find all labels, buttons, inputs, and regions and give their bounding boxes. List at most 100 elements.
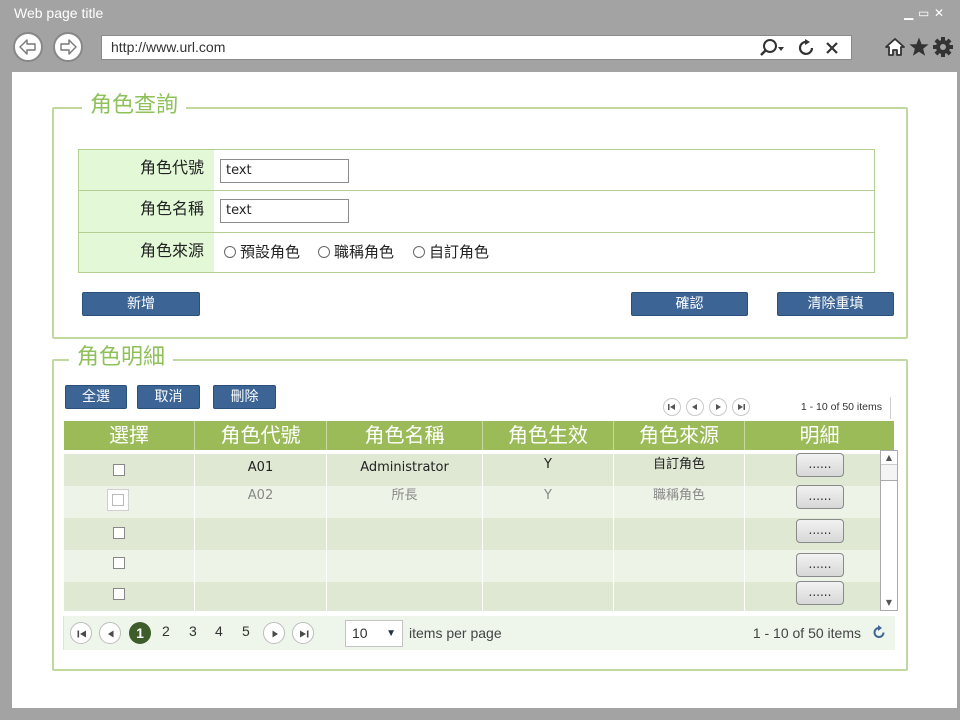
- detail-button[interactable]: ......: [796, 553, 844, 577]
- scroll-up-icon[interactable]: ▲: [881, 451, 897, 465]
- forward-button[interactable]: [53, 32, 83, 62]
- back-button[interactable]: [13, 32, 43, 62]
- close-icon[interactable]: ✕: [934, 6, 944, 20]
- role-query-legend: 角色查詢: [82, 93, 187, 119]
- select-all-button[interactable]: 全選: [65, 385, 127, 409]
- select-cell: [64, 454, 195, 486]
- page-size-select[interactable]: 10 ▼: [345, 620, 403, 647]
- radio-circle: [224, 246, 236, 258]
- cancel-selection-button[interactable]: 取消: [137, 385, 200, 409]
- add-button[interactable]: 新增: [82, 292, 200, 316]
- grid-header: 選擇 角色代號 角色名稱 角色生效 角色來源 明細: [64, 421, 894, 450]
- role-name-input[interactable]: text: [220, 199, 349, 223]
- refresh-icon[interactable]: [797, 38, 817, 58]
- role-active-cell: [483, 582, 614, 611]
- page-viewport: 角色查詢 角色代號 text 角色名稱 text 角色來源 預設角色 職稱角色 …: [12, 72, 957, 708]
- detail-button[interactable]: ......: [796, 581, 844, 605]
- prev-page-button[interactable]: [686, 398, 704, 416]
- role-source-cell: [614, 582, 745, 611]
- page-size-value: 10: [352, 625, 368, 641]
- page-1-button[interactable]: 1: [129, 622, 151, 644]
- window-title: Web page title: [14, 5, 104, 21]
- col-select-header[interactable]: 選擇: [64, 421, 195, 450]
- role-name-cell: Administrator: [327, 454, 483, 486]
- prev-page-button[interactable]: [99, 622, 121, 644]
- search-icon[interactable]: [759, 38, 785, 58]
- dropdown-caret-icon: ▼: [386, 628, 396, 639]
- col-name-header[interactable]: 角色名稱: [327, 421, 483, 450]
- last-page-button[interactable]: [732, 398, 750, 416]
- gear-icon[interactable]: [932, 36, 954, 58]
- delete-button[interactable]: 刪除: [213, 385, 276, 409]
- next-page-icon: [716, 404, 721, 410]
- pager-info: 1 - 10 of 50 items: [752, 625, 861, 641]
- star-icon[interactable]: [908, 36, 930, 58]
- prev-page-icon: [692, 404, 697, 410]
- radio-circle: [413, 246, 425, 258]
- form-row-role-name: 角色名稱 text: [79, 191, 874, 233]
- grid-vertical-scrollbar[interactable]: ▲ ▼: [880, 450, 898, 611]
- first-page-button[interactable]: [70, 622, 92, 644]
- bottom-pager: 1 2 3 4 5 10 ▼ items per page 1 - 10 of …: [63, 616, 895, 650]
- first-page-button[interactable]: [663, 398, 681, 416]
- address-bar[interactable]: http://www.url.com: [101, 35, 852, 60]
- role-active-cell: Y: [483, 454, 614, 486]
- role-active-cell: [483, 518, 614, 550]
- role-source-cell: [614, 518, 745, 550]
- page-3-button[interactable]: 3: [189, 623, 197, 639]
- role-code-cell: A02: [195, 486, 327, 518]
- scroll-down-icon[interactable]: ▼: [881, 596, 897, 610]
- radio-title-role[interactable]: 職稱角色: [318, 241, 394, 262]
- detail-button[interactable]: ......: [796, 485, 844, 509]
- radio-circle: [318, 246, 330, 258]
- col-code-header[interactable]: 角色代號: [195, 421, 327, 450]
- row-checkbox[interactable]: [113, 527, 125, 539]
- role-source-cell: 職稱角色: [614, 486, 745, 518]
- last-page-icon: [738, 404, 745, 410]
- page-2-button[interactable]: 2: [162, 623, 170, 639]
- role-code-label: 角色代號: [79, 150, 214, 190]
- detail-button[interactable]: ......: [796, 453, 844, 477]
- minimize-icon[interactable]: ▁: [904, 6, 913, 20]
- top-pager-info: 1 - 10 of 50 items: [800, 401, 882, 413]
- browser-window: Web page title ▁ ▭ ✕ http://www.url.com: [0, 0, 960, 720]
- role-active-cell: Y: [483, 486, 614, 518]
- next-page-icon: [272, 630, 278, 638]
- row-checkbox[interactable]: [113, 588, 125, 600]
- confirm-button[interactable]: 確認: [631, 292, 748, 316]
- role-grid: 選擇 角色代號 角色名稱 角色生效 角色來源 明細 A01 Administra…: [64, 421, 898, 611]
- select-cell: [64, 550, 195, 582]
- next-page-button[interactable]: [709, 398, 727, 416]
- role-query-form: 角色代號 text 角色名稱 text 角色來源 預設角色 職稱角色 自訂角色: [78, 149, 875, 273]
- clear-button[interactable]: 清除重填: [777, 292, 894, 316]
- last-page-button[interactable]: [292, 622, 314, 644]
- col-active-header[interactable]: 角色生效: [483, 421, 614, 450]
- detail-button[interactable]: ......: [796, 519, 844, 543]
- browser-toolbar: [884, 36, 956, 58]
- arrow-right-icon: [60, 39, 77, 55]
- col-source-header[interactable]: 角色來源: [614, 421, 745, 450]
- role-code-input[interactable]: text: [220, 159, 349, 183]
- row-checkbox[interactable]: [113, 464, 125, 476]
- row-checkbox[interactable]: [107, 489, 129, 511]
- url-text: http://www.url.com: [111, 39, 226, 55]
- scroll-thumb[interactable]: [881, 465, 897, 481]
- page-5-button[interactable]: 5: [242, 623, 250, 639]
- select-cell: [64, 582, 195, 611]
- refresh-icon[interactable]: [871, 624, 887, 640]
- radio-custom-role[interactable]: 自訂角色: [413, 241, 489, 262]
- radio-default-role[interactable]: 預設角色: [224, 241, 300, 262]
- role-details-legend: 角色明細: [69, 345, 174, 371]
- row-checkbox[interactable]: [113, 557, 125, 569]
- next-page-button[interactable]: [263, 622, 285, 644]
- col-detail-header[interactable]: 明細: [745, 421, 894, 450]
- select-cell: [64, 518, 195, 550]
- maximize-icon[interactable]: ▭: [918, 6, 929, 20]
- table-row: ......: [64, 581, 880, 611]
- address-bar-icons: [759, 38, 845, 58]
- role-source-cell: [614, 550, 745, 582]
- home-icon[interactable]: [884, 36, 906, 58]
- page-4-button[interactable]: 4: [215, 623, 223, 639]
- role-name-cell: [327, 518, 483, 550]
- stop-icon[interactable]: [823, 38, 841, 58]
